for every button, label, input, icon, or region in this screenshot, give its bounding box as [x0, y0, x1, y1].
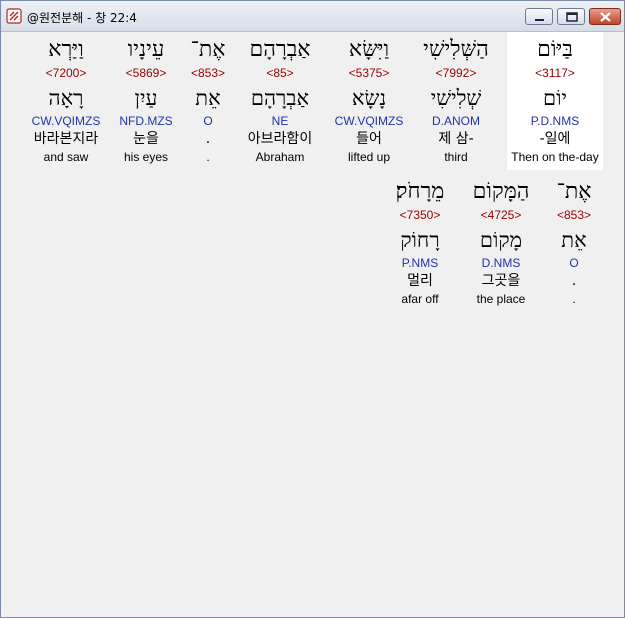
- app-icon: [6, 8, 22, 24]
- word-block[interactable]: וַיַּרְא <7200> רָאָה CW.VQIMZS 바라본지라 an…: [21, 32, 111, 170]
- parsing-code: P.D.NMS: [530, 114, 580, 128]
- korean-gloss: 들어: [356, 131, 382, 147]
- korean-gloss: 아브라함이: [247, 131, 313, 147]
- interlinear-window: @원전분해 - 창 22:4 בַּיּוֹם <3117> יוֹם P.D.…: [0, 0, 625, 618]
- hebrew-word: וַיַּרְא: [48, 37, 84, 62]
- title-bar[interactable]: @원전분해 - 창 22:4: [1, 1, 624, 32]
- word-block[interactable]: מֵרָחֹק׃ <7350> רָחוֹק P.NMS 멀리 afar off: [372, 174, 468, 312]
- hebrew-word: וַיִּשָּׂא: [348, 37, 390, 62]
- close-icon: [600, 12, 611, 22]
- korean-gloss: 멀리: [407, 273, 433, 289]
- strong-number[interactable]: <5869>: [106, 66, 186, 80]
- hebrew-word: בַּיּוֹם: [537, 37, 573, 62]
- english-gloss: .: [206, 150, 210, 164]
- hebrew-lemma: נָשָׂא: [351, 86, 387, 110]
- word-block[interactable]: אֶת־ <853> אֵת O . .: [178, 32, 238, 170]
- word-block[interactable]: בַּיּוֹם <3117> יוֹם P.D.NMS -일에 Then on…: [507, 32, 603, 170]
- korean-gloss: -일에: [539, 131, 571, 147]
- strong-number[interactable]: <3117>: [507, 66, 603, 80]
- hebrew-lemma: אֵת: [561, 228, 587, 252]
- parsing-code: NFD.MZS: [119, 114, 173, 128]
- strong-number[interactable]: <5375>: [321, 66, 417, 80]
- word-block[interactable]: אֶת־ <853> אֵת O . .: [544, 174, 604, 312]
- strong-number[interactable]: <7350>: [372, 208, 468, 222]
- strong-number[interactable]: <7200>: [21, 66, 111, 80]
- strong-number[interactable]: <7992>: [408, 66, 504, 80]
- strong-number[interactable]: <85>: [232, 66, 328, 80]
- hebrew-word: אַבְרָהָם: [249, 37, 311, 62]
- strong-number[interactable]: <853>: [544, 208, 604, 222]
- english-gloss: and saw: [43, 150, 89, 164]
- maximize-icon: [566, 12, 578, 22]
- english-gloss: afar off: [401, 292, 439, 306]
- korean-gloss: 제 삼-: [438, 131, 474, 147]
- hebrew-word: עֵינָיו: [127, 37, 165, 62]
- english-gloss: lifted up: [347, 150, 391, 164]
- hebrew-lemma: רָחוֹק: [400, 228, 440, 252]
- hebrew-word: אֶת־: [190, 37, 226, 62]
- word-block[interactable]: הַשְּׁלִישִׁי <7992> שְׁלִישִׁי D.ANOM 제…: [408, 32, 504, 170]
- parsing-code: CW.VQIMZS: [31, 114, 101, 128]
- window-title: @원전분해 - 창 22:4: [27, 11, 137, 25]
- word-block[interactable]: עֵינָיו <5869> עַיִן NFD.MZS 눈을 his eyes: [106, 32, 186, 170]
- interlinear-area: בַּיּוֹם <3117> יוֹם P.D.NMS -일에 Then on…: [3, 32, 622, 615]
- hebrew-lemma: אַבְרָהָם: [250, 86, 310, 110]
- hebrew-lemma: אֵת: [195, 86, 221, 110]
- minimize-icon: [535, 19, 544, 21]
- hebrew-lemma: רָאָה: [48, 86, 84, 110]
- word-block[interactable]: אַבְרָהָם <85> אַבְרָהָם NE 아브라함이 Abraha…: [232, 32, 328, 170]
- hebrew-lemma: שְׁלִישִׁי: [430, 86, 482, 110]
- maximize-button[interactable]: [557, 8, 585, 25]
- parsing-code: O: [569, 256, 579, 270]
- strong-number[interactable]: <853>: [178, 66, 238, 80]
- minimize-button[interactable]: [525, 8, 553, 25]
- english-gloss: third: [444, 150, 468, 164]
- parsing-code: P.NMS: [401, 256, 439, 270]
- english-gloss: Then on the-day: [511, 150, 599, 164]
- parsing-code: D.ANOM: [432, 114, 480, 128]
- english-gloss: his eyes: [123, 150, 169, 164]
- hebrew-lemma: עַיִן: [134, 86, 158, 110]
- parsing-code: CW.VQIMZS: [334, 114, 404, 128]
- hebrew-lemma: יוֹם: [543, 86, 567, 110]
- hebrew-word: מֵרָחֹק׃: [395, 179, 445, 204]
- parsing-code: O: [203, 114, 213, 128]
- english-gloss: .: [572, 292, 576, 306]
- word-block[interactable]: וַיִּשָּׂא <5375> נָשָׂא CW.VQIMZS 들어 li…: [321, 32, 417, 170]
- close-button[interactable]: [589, 8, 621, 25]
- parsing-code: NE: [271, 114, 289, 128]
- korean-gloss: 눈을: [133, 131, 159, 147]
- hebrew-word: אֶת־: [556, 179, 592, 204]
- english-gloss: Abraham: [255, 150, 305, 164]
- korean-gloss: .: [205, 131, 211, 147]
- korean-gloss: .: [571, 273, 577, 289]
- korean-gloss: 바라본지라: [33, 131, 99, 147]
- hebrew-word: הַשְּׁלִישִׁי: [423, 37, 489, 62]
